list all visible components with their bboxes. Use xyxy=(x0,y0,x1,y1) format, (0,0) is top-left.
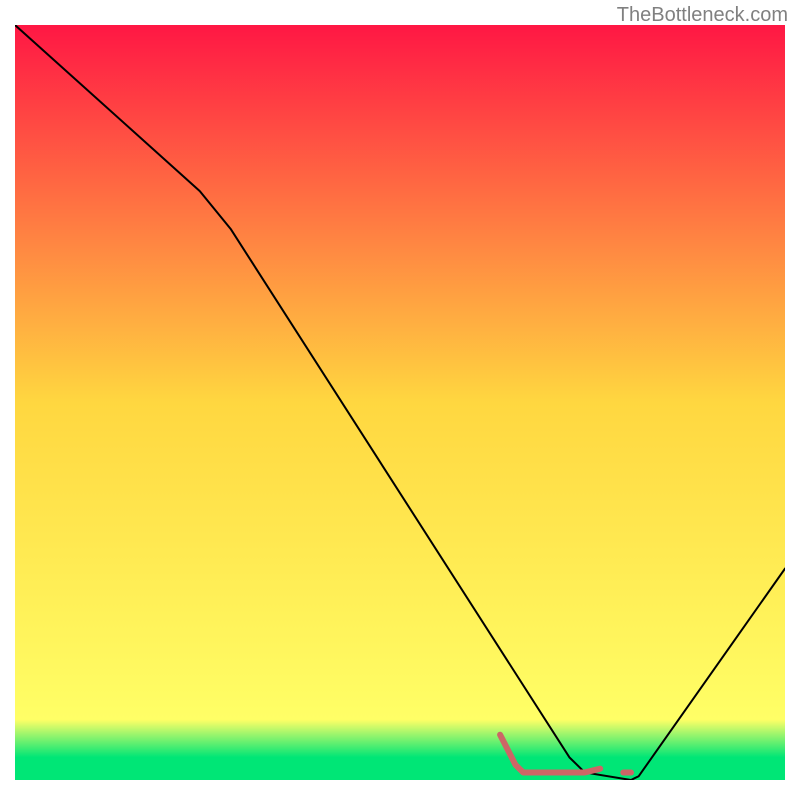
chart-container xyxy=(15,25,785,780)
chart-svg xyxy=(15,25,785,780)
watermark-text: TheBottleneck.com xyxy=(617,4,788,27)
chart-background xyxy=(15,25,785,780)
